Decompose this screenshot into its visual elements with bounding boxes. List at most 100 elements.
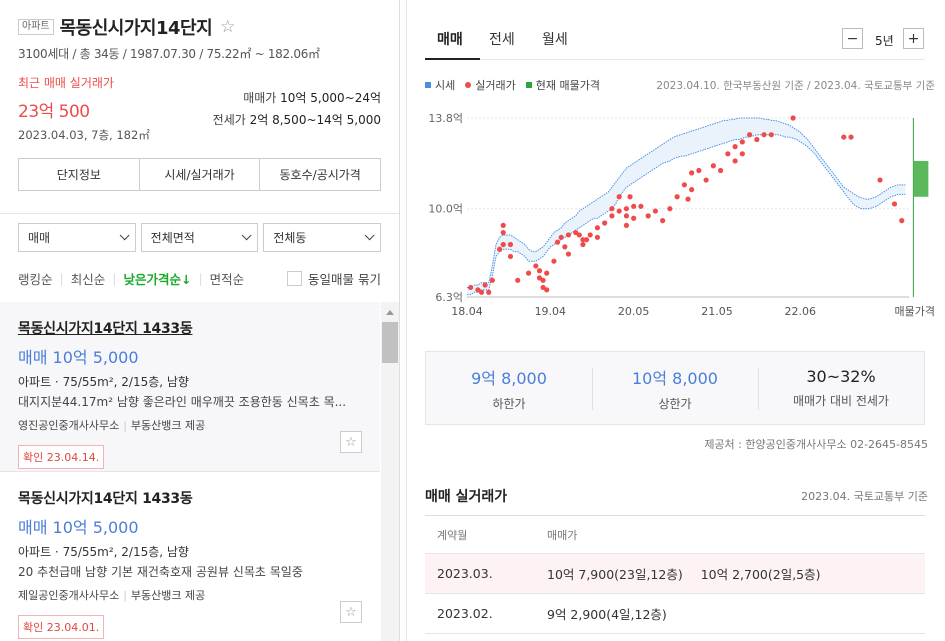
area-value: 전체면적	[150, 231, 195, 245]
trade-point	[732, 158, 738, 164]
area-select[interactable]: 전체면적	[140, 223, 259, 252]
zoom-out-button[interactable]: −	[842, 28, 863, 49]
sale-range-label: 매매가	[243, 91, 277, 105]
table-row[interactable]: 2023.03. 10억 7,900(23일,12층) 10억 2,700(2일…	[425, 554, 925, 594]
trade-point	[616, 194, 622, 200]
tab-sale[interactable]: 매매	[437, 29, 463, 49]
data-provider: 부동산뱅크 제공	[130, 589, 206, 602]
list-scrollbar[interactable]	[381, 302, 399, 641]
trade-point	[515, 277, 521, 283]
sort-area[interactable]: 면적순	[210, 269, 245, 288]
sale-range-value: 10억 5,000~24억	[280, 91, 381, 105]
listing-description: 대지지분44.17m² 남향 좋은라인 매우깨끗 조용한동 신목초 목...	[18, 395, 347, 409]
chevron-down-icon	[119, 230, 130, 241]
sort-divider: |	[198, 271, 203, 286]
summary-ratio: 30~32% 매매가 대비 전세가	[758, 352, 924, 424]
zoom-in-button[interactable]: +	[903, 28, 924, 49]
agent-divider: |	[123, 589, 127, 602]
listing-name[interactable]: 목동신시가지14단지 1433동	[18, 488, 362, 508]
trade-type-select[interactable]: 매매	[18, 223, 136, 252]
trade-point	[500, 222, 506, 228]
deals-title: 매매 실거래가	[425, 489, 508, 505]
listing-price: 매매 10억 5,000	[18, 518, 139, 537]
trade-point	[489, 277, 495, 283]
sort-ranking[interactable]: 랭킹순	[18, 269, 53, 288]
trade-point	[500, 229, 506, 236]
trade-type-tabs: 매매 전세 월세 − 5년 +	[425, 0, 925, 60]
trade-point	[482, 282, 488, 288]
trade-point	[667, 206, 673, 212]
deal-month: 2023.03.	[437, 566, 493, 581]
tab-jeonse[interactable]: 전세	[489, 29, 515, 49]
x-tick-label: 20.05	[618, 305, 650, 318]
trade-point	[768, 132, 774, 138]
scroll-thumb[interactable]	[382, 322, 398, 363]
listing-spec: 아파트 · 75/55m², 2/15층, 남향	[18, 375, 189, 389]
trade-point	[544, 270, 550, 276]
header-month: 계약월	[437, 528, 468, 542]
favorite-star-button[interactable]: ☆	[340, 431, 362, 453]
legend-label: 시세	[435, 79, 456, 92]
complex-header: 아파트 목동신시가지14단지 ☆ 3100세대 / 총 34동 / 1987.0…	[0, 0, 399, 191]
listing-item[interactable]: 목동신시가지14단지 1433동 매매 10억 5,000 아파트 · 75/5…	[0, 472, 380, 641]
star-icon[interactable]: ☆	[220, 17, 235, 37]
deals-source: 2023.04. 국토교통부 기준	[801, 490, 928, 503]
trade-point	[558, 234, 564, 240]
agent-name: 제일공인중개사사무소	[18, 589, 120, 602]
trade-point	[674, 194, 680, 200]
trade-point	[540, 277, 546, 283]
price-chart[interactable]: 13.8억 10.0억 6.3억18.04 19.04 20.05 21.05 22.06 매…	[407, 105, 945, 325]
legend-listing: 현재 매물가격	[525, 77, 600, 93]
trade-point	[681, 182, 687, 188]
sort-latest[interactable]: 최신순	[71, 269, 106, 288]
trade-point	[544, 287, 550, 293]
trade-point	[565, 251, 572, 257]
agent-divider: |	[123, 419, 127, 432]
trade-point	[609, 213, 615, 219]
period-value: 5년	[875, 34, 894, 48]
listing-name[interactable]: 목동신시가지14단지 1433동	[18, 318, 362, 338]
trade-point	[468, 284, 474, 291]
x-tick-label: 22.06	[785, 305, 817, 318]
building-value: 전체동	[273, 231, 307, 245]
complex-info: 3100세대 / 총 34동 / 1987.07.30 / 75.22㎡ ~ 1…	[18, 47, 320, 61]
scroll-up-arrow-icon[interactable]	[386, 310, 394, 315]
trade-point	[554, 239, 561, 245]
tab-market-price[interactable]: 시세/실거래가	[140, 159, 261, 190]
trade-point	[500, 241, 506, 248]
trade-point	[525, 270, 532, 276]
trade-point	[507, 253, 514, 260]
summary-lower: 9억 8,000 하한가	[426, 352, 592, 424]
legend-swatch	[425, 82, 431, 88]
x-tick-label: 19.04	[535, 305, 567, 318]
tab-complex-info[interactable]: 단지정보	[19, 159, 140, 190]
listing-item[interactable]: 목동신시가지14단지 1433동 매매 10억 5,000 아파트 · 75/5…	[0, 302, 380, 472]
jeonse-range-label: 전세가	[212, 113, 246, 127]
trade-point	[602, 220, 608, 226]
table-row[interactable]: 2023.02. 9억 2,900(4일,12층)	[425, 594, 925, 634]
jeonse-range-value: 2억 8,500~14억 5,000	[249, 113, 381, 127]
chevron-down-icon	[242, 230, 252, 241]
sort-low-price[interactable]: 낮은가격순↓	[123, 269, 191, 288]
tab-monthly[interactable]: 월세	[542, 29, 568, 49]
group-same-listings-toggle[interactable]: 동일매물 묶기	[287, 269, 381, 288]
trade-point	[562, 244, 568, 250]
trade-point	[631, 215, 637, 221]
trade-point	[486, 289, 492, 295]
y-tick-label: 10.0억	[428, 203, 463, 216]
tab-unit-price[interactable]: 동호수/공시가격	[260, 159, 380, 190]
trade-point	[623, 213, 630, 219]
favorite-star-button[interactable]: ☆	[340, 601, 362, 623]
building-select[interactable]: 전체동	[263, 223, 382, 252]
trade-point	[594, 234, 601, 240]
trade-point	[877, 177, 883, 183]
trade-point	[627, 194, 633, 200]
trade-point	[848, 134, 854, 140]
checkbox[interactable]	[287, 271, 303, 286]
trade-point	[732, 144, 738, 150]
deal-price: 9억 2,900(4일,12층)	[547, 607, 667, 622]
summary-value: 10억 8,000	[632, 368, 718, 388]
trade-point	[497, 246, 503, 252]
trade-point	[710, 163, 716, 169]
legend-trades: 실거래가	[465, 77, 516, 93]
